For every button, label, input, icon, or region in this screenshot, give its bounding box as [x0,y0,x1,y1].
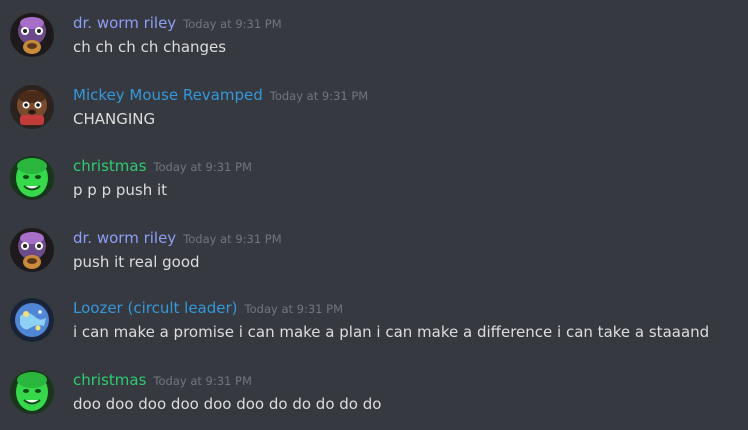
timestamp: Today at 9:31 PM [183,232,282,246]
timestamp: Today at 9:31 PM [183,17,282,31]
brown-character-avatar[interactable] [10,85,54,129]
message-content: ch ch ch ch changes [73,38,227,56]
username[interactable]: Loozer (circult leader) [73,299,238,317]
timestamp: Today at 9:31 PM [244,302,343,316]
chat-message: Loozer (circult leader) Today at 9:31 PM … [0,298,748,358]
username[interactable]: christmas [73,157,146,175]
green-face-avatar[interactable] [10,156,54,200]
username[interactable]: dr. worm riley [73,229,176,247]
monkey-avatar[interactable] [10,13,54,57]
timestamp: Today at 9:31 PM [153,374,252,388]
username[interactable]: Mickey Mouse Revamped [73,86,263,104]
message-content: push it real good [73,253,200,271]
username[interactable]: christmas [73,371,146,389]
username[interactable]: dr. worm riley [73,14,176,32]
chat-message: dr. worm riley Today at 9:31 PM ch ch ch … [0,13,748,73]
chat-message: dr. worm riley Today at 9:31 PM push it r… [0,228,748,288]
message-content: doo doo doo doo doo doo do do do do do [73,395,382,413]
message-content: CHANGING [73,110,156,128]
chat-message: christmas Today at 9:31 PM p p p push it [0,156,748,216]
timestamp: Today at 9:31 PM [153,160,252,174]
monkey-avatar[interactable] [10,228,54,272]
green-face-avatar[interactable] [10,370,54,414]
timestamp: Today at 9:31 PM [269,89,369,103]
chat-message: Mickey Mouse Revamped Today at 9:31 PM CH… [0,85,748,145]
message-content: p p p push it [73,181,168,199]
blue-globe-avatar[interactable] [10,298,54,342]
chat-message: christmas Today at 9:31 PM doo doo doo do… [0,370,748,430]
message-content: i can make a promise i can make a plan i… [73,323,710,341]
